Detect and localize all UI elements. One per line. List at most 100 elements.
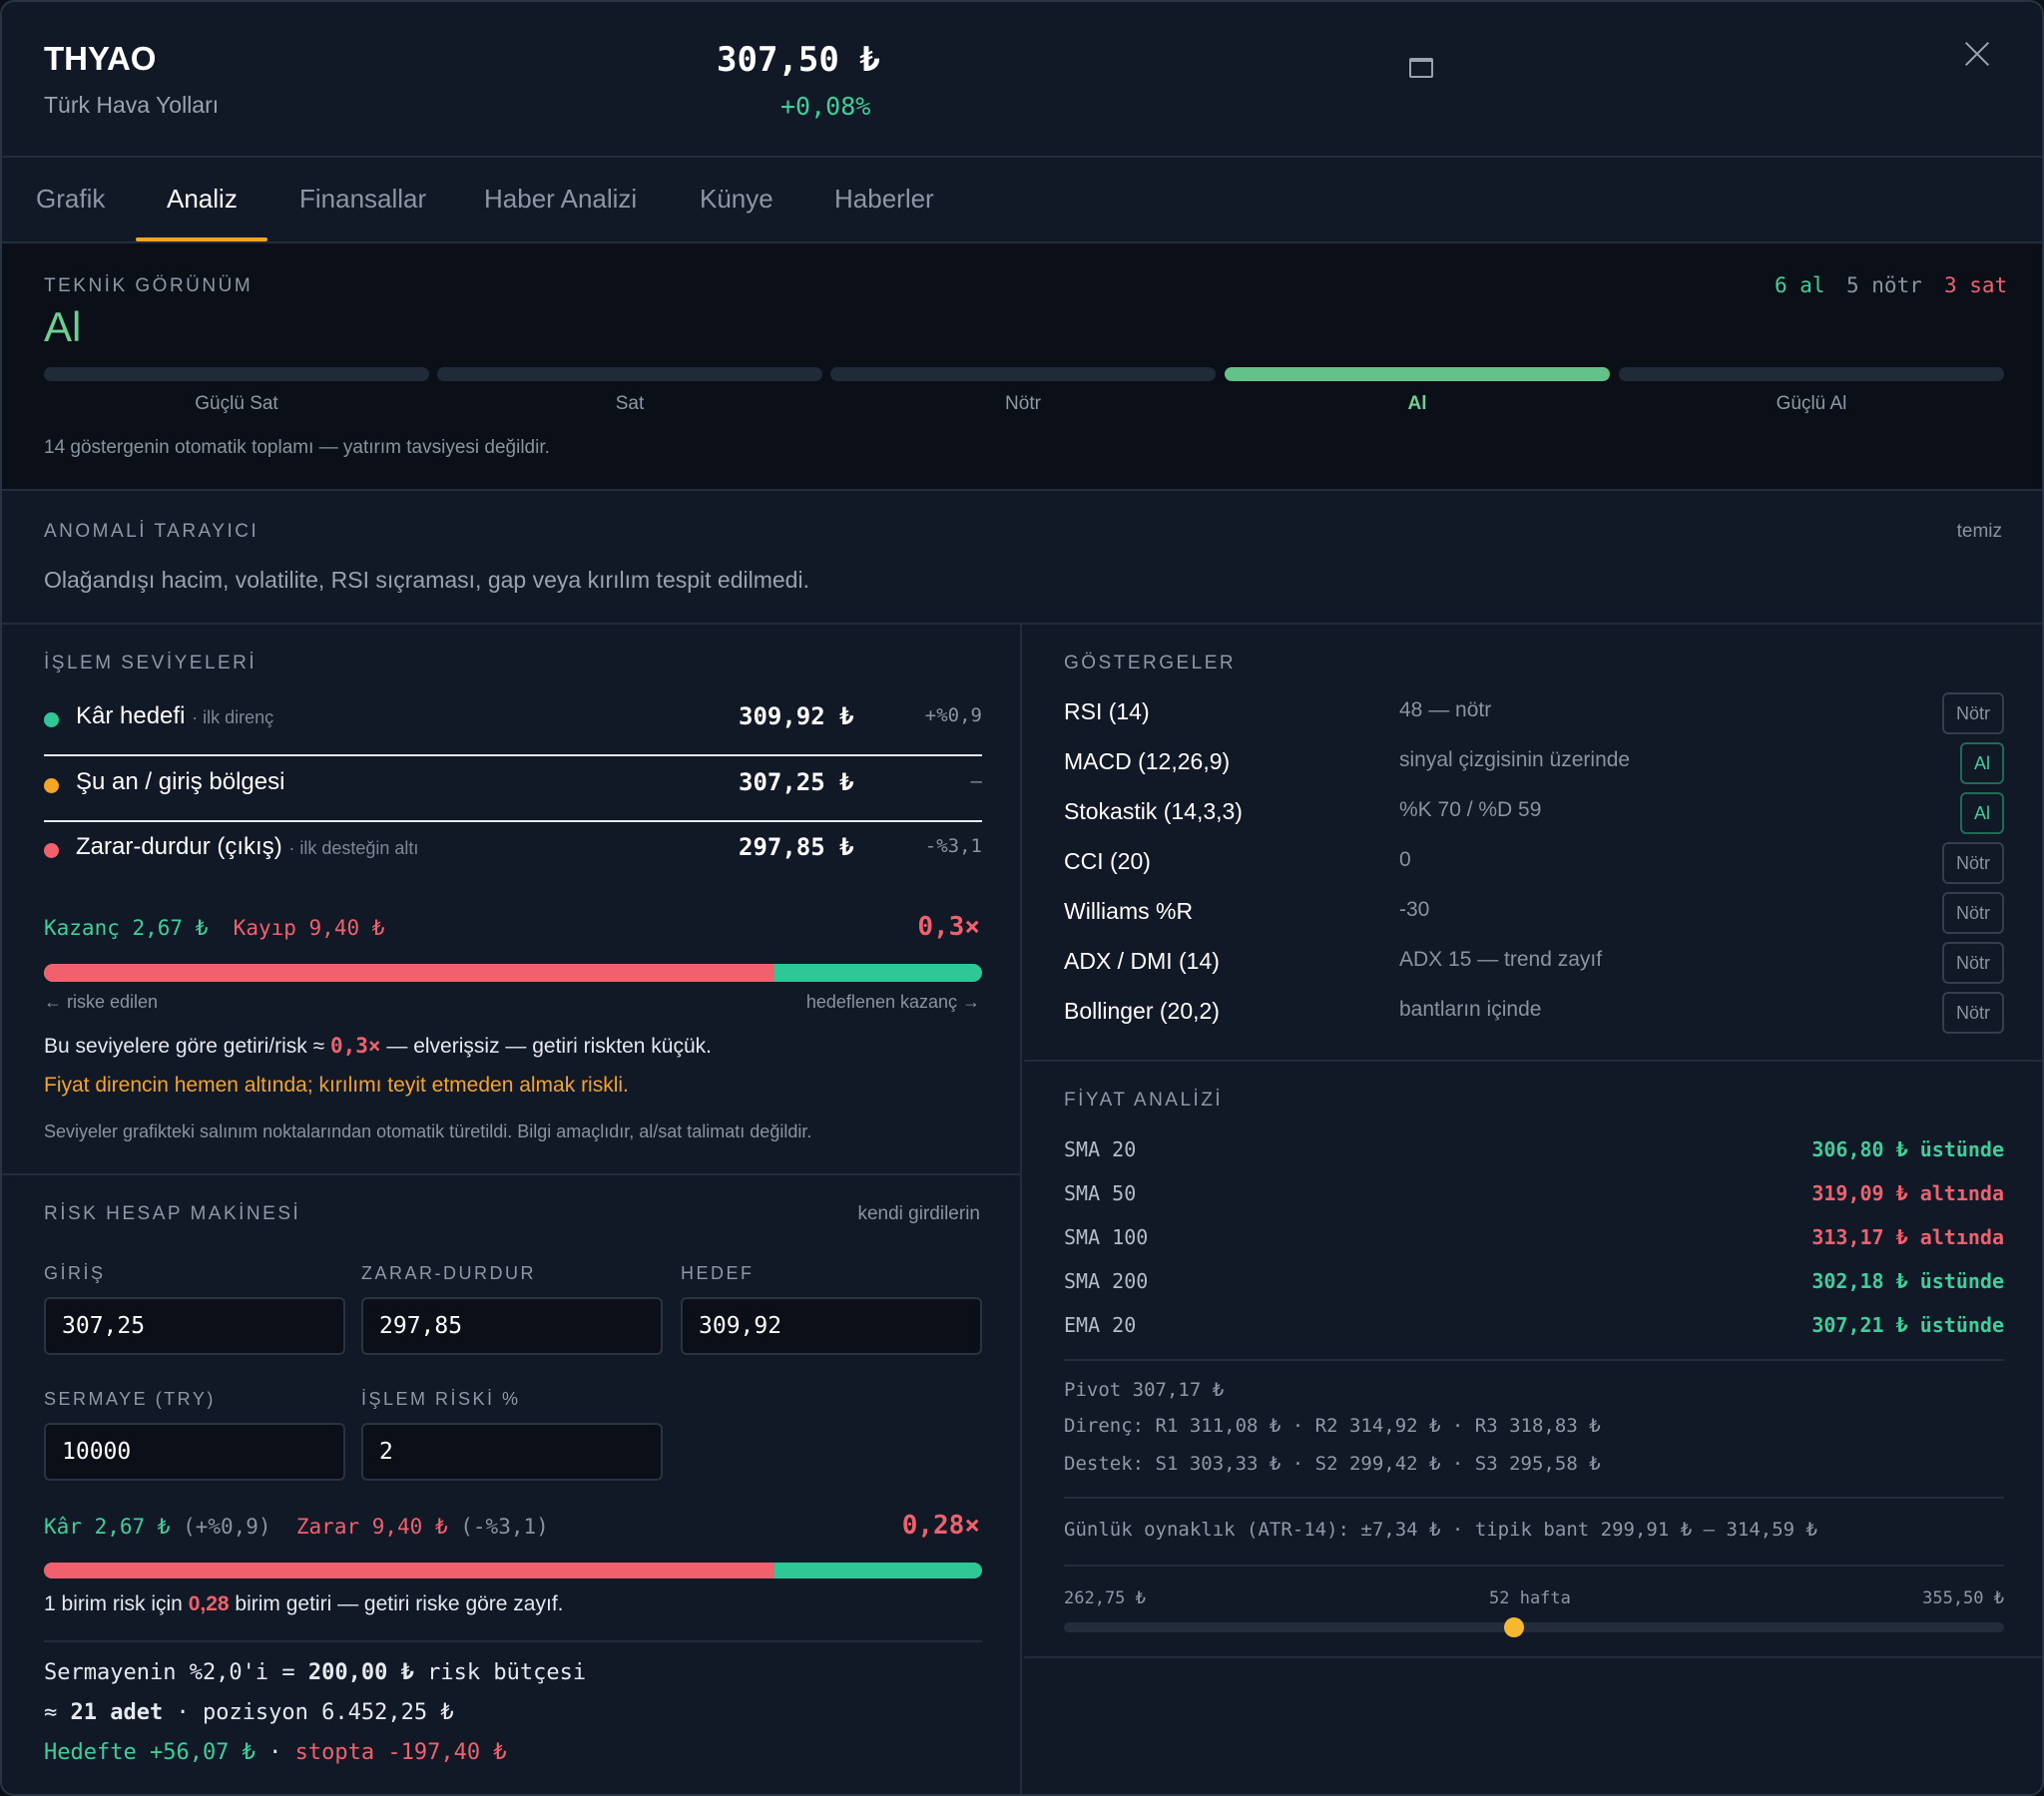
position-size: ≈ 21 adet · pozisyon 6.452,25 ₺ xyxy=(44,1700,454,1725)
pa-divider xyxy=(1064,1497,2004,1499)
level-sub: · ilk direnç xyxy=(192,707,274,727)
indicator-name: Bollinger (20,2) xyxy=(1064,998,1220,1024)
indicator-desc: 48 — nötr xyxy=(1399,698,1492,721)
separator: · xyxy=(255,1740,295,1765)
target-label: HEDEF xyxy=(681,1263,755,1283)
risk-percent-input[interactable]: 2 xyxy=(361,1423,663,1481)
ma-value: 306,80 ₺ üstünde xyxy=(1811,1137,2004,1161)
budget-value: 200,00 ₺ xyxy=(307,1660,414,1685)
capital-input[interactable]: 10000 xyxy=(44,1423,345,1481)
qty-pre: ≈ xyxy=(44,1700,71,1725)
scale-label-neutral: Nötr xyxy=(1005,393,1041,414)
calculator-heading: RİSK HESAP MAKİNESİ xyxy=(44,1203,301,1224)
pa-divider xyxy=(1064,1359,2004,1361)
stock-symbol: THYAO xyxy=(44,40,157,77)
calc-profit: Kâr 2,67 ₺ xyxy=(44,1515,184,1539)
risk-label: ← riske edilen xyxy=(44,992,159,1012)
entry-label: GİRİŞ xyxy=(44,1263,106,1283)
target-dot xyxy=(44,712,59,727)
levels-heading: İŞLEM SEVİYELERİ xyxy=(44,653,257,674)
scale-segment-buy xyxy=(1225,367,1610,381)
indicator-desc: ADX 15 — trend zayıf xyxy=(1399,948,1603,971)
ma-name: SMA 100 xyxy=(1064,1225,1149,1249)
anomaly-text: Olağandışı hacim, volatilite, RSI sıçram… xyxy=(44,567,809,593)
levels-footnote: Seviyeler grafikteki salınım noktalarınd… xyxy=(44,1122,812,1141)
tab-haber-analizi[interactable]: Haber Analizi xyxy=(484,184,637,215)
stock-detail-panel: THYAO Türk Hava Yolları 307,50 ₺ +0,08% … xyxy=(0,0,2044,1796)
level-label: Şu an / giriş bölgesi xyxy=(76,768,285,795)
maximize-icon[interactable] xyxy=(1409,58,1433,78)
desc-pre: 1 birim risk için xyxy=(44,1592,189,1615)
indicator-name: CCI (20) xyxy=(1064,848,1151,874)
calculator-hint: kendi girdilerin xyxy=(857,1203,980,1224)
pa-divider xyxy=(1064,1565,2004,1567)
entry-input[interactable]: 307,25 xyxy=(44,1297,345,1355)
stop-pl: stopta -197,40 ₺ xyxy=(294,1740,507,1765)
support-text: Destek: S1 303,33 ₺ · S2 299,42 ₺ · S3 2… xyxy=(1064,1453,1601,1475)
stop-label: ZARAR-DURDUR xyxy=(361,1263,536,1283)
signal-badge: Nötr xyxy=(1941,892,2004,934)
level-sub: · ilk desteğin altı xyxy=(288,838,419,858)
scale-label-sell: Sat xyxy=(615,393,645,414)
indicator-name: Williams %R xyxy=(1064,898,1194,924)
ma-name: EMA 20 xyxy=(1064,1313,1137,1337)
qty-post: · pozisyon 6.452,25 ₺ xyxy=(163,1700,454,1725)
indicators-heading: GÖSTERGELER xyxy=(1064,653,1237,674)
capital-label: SERMAYE (TRY) xyxy=(44,1389,216,1409)
signal-badge: Al xyxy=(1959,792,2004,834)
level-label: Zarar-durdur (çıkış) xyxy=(76,833,282,860)
ma-name: SMA 200 xyxy=(1064,1269,1149,1293)
range-high: 355,50 ₺ xyxy=(1922,1588,2004,1608)
signal-badge: Nötr xyxy=(1941,692,2004,734)
stop-input[interactable]: 297,85 xyxy=(361,1297,663,1355)
stock-price: 307,50 ₺ xyxy=(717,40,880,80)
sell-count: 3 sat xyxy=(1944,273,2008,297)
ma-value: 319,09 ₺ altında xyxy=(1811,1181,2004,1205)
calc-profit-loss: Kâr 2,67 ₺ (+%0,9) Zarar 9,40 ₺ (-%3,1) xyxy=(44,1515,549,1539)
buy-count: 6 al xyxy=(1775,273,1825,297)
neutral-count: 5 nötr xyxy=(1846,273,1922,297)
signal-badge: Nötr xyxy=(1941,942,2004,984)
tab-analiz[interactable]: Analiz xyxy=(167,184,238,215)
tab-finansallar[interactable]: Finansallar xyxy=(299,184,426,215)
calc-loss: Zarar 9,40 ₺ xyxy=(295,1515,461,1539)
ma-value: 302,18 ₺ üstünde xyxy=(1811,1269,2004,1293)
scale-label-strong-sell: Güçlü Sat xyxy=(195,393,278,414)
level-label: Kâr hedefi xyxy=(76,702,186,729)
rr-ratio: 0,3× xyxy=(917,912,980,942)
calc-description: 1 birim risk için 0,28 birim getiri — ge… xyxy=(44,1592,564,1616)
technical-view: TEKNİK GÖRÜNÜM Al 6 al 5 nötr 3 sat Güçl… xyxy=(2,243,2042,491)
indicator-desc: 0 xyxy=(1399,848,1411,871)
qty-value: 21 adet xyxy=(70,1700,164,1725)
indicator-row: ADX / DMI (14) ADX 15 — trend zayıf Nötr xyxy=(1064,940,2004,990)
ma-value: 313,17 ₺ altında xyxy=(1811,1225,2004,1249)
section-divider xyxy=(1024,1656,2042,1658)
scale-segment-strong-buy xyxy=(1619,367,2004,381)
calc-ratio: 0,28× xyxy=(901,1511,980,1541)
stock-name: Türk Hava Yolları xyxy=(44,92,220,118)
calc-loss-pct: (-%3,1) xyxy=(460,1515,549,1539)
close-icon[interactable] xyxy=(1960,38,1994,72)
rr-warning: Fiyat direncin hemen altında; kırılımı t… xyxy=(44,1074,629,1097)
technical-note: 14 göstergenin otomatik toplamı — yatırı… xyxy=(44,437,550,458)
level-value: 297,85 ₺ xyxy=(739,833,854,861)
gain-text: Kazanç 2,67 ₺ xyxy=(44,916,209,940)
range-low: 262,75 ₺ xyxy=(1064,1588,1146,1608)
range-track xyxy=(1064,1617,2004,1637)
tab-haberler[interactable]: Haberler xyxy=(834,184,934,215)
atr-text: Günlük oynaklık (ATR-14): ±7,34 ₺ · tipi… xyxy=(1064,1519,1817,1541)
ma-name: SMA 20 xyxy=(1064,1137,1137,1161)
anomaly-heading: ANOMALİ TARAYICI xyxy=(44,521,259,542)
header: THYAO Türk Hava Yolları 307,50 ₺ +0,08% xyxy=(2,2,2042,158)
level-row-target: Kâr hedefi · ilk direnç 309,92 ₺ +%0,9 xyxy=(44,692,982,758)
tab-grafik[interactable]: Grafik xyxy=(36,184,105,215)
signal-badge: Nötr xyxy=(1941,992,2004,1034)
scale-segment-neutral xyxy=(830,367,1216,381)
tab-kunye[interactable]: Künye xyxy=(700,184,773,215)
level-divider xyxy=(44,820,982,822)
indicator-name: MACD (12,26,9) xyxy=(1064,748,1231,774)
ma-value: 307,21 ₺ üstünde xyxy=(1811,1313,2004,1337)
target-input[interactable]: 309,92 xyxy=(681,1297,982,1355)
anomaly-scanner: ANOMALİ TARAYICI temiz Olağandışı hacim,… xyxy=(2,491,2042,625)
active-tab-indicator xyxy=(136,237,267,241)
